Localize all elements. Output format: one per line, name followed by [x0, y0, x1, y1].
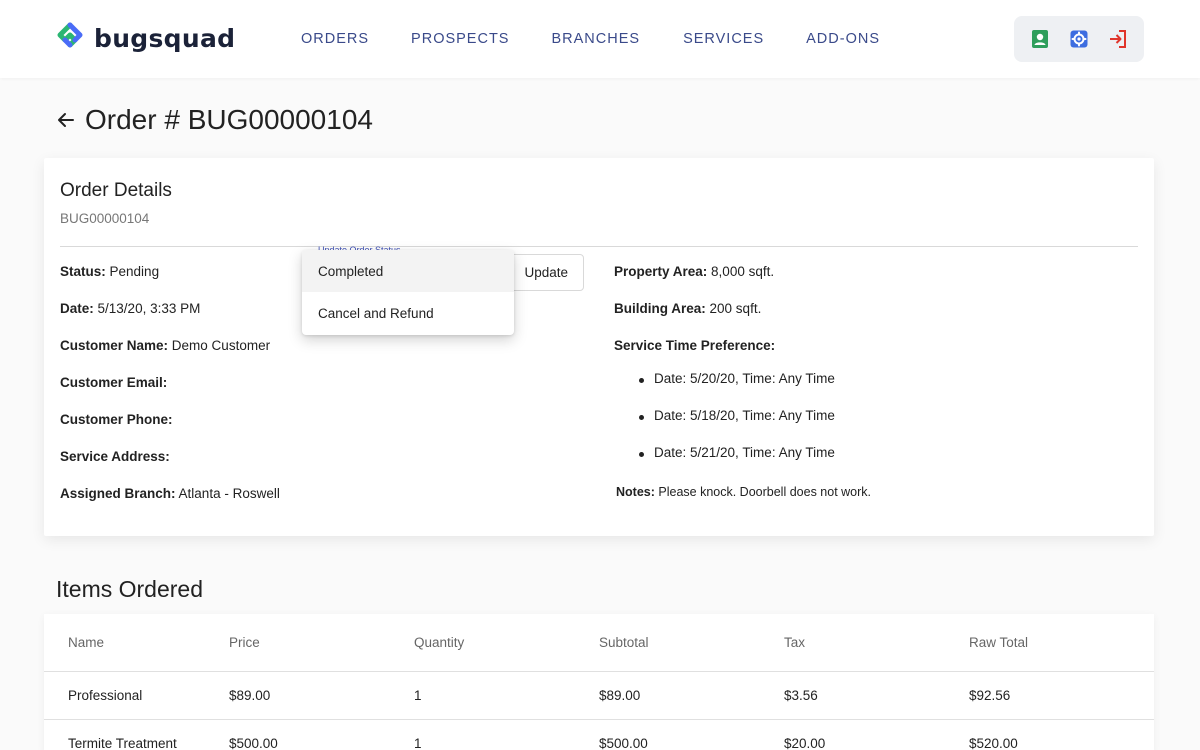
settings-gear-icon[interactable]	[1068, 28, 1090, 50]
top-navbar: bugsquad ORDERS PROSPECTS BRANCHES SERVI…	[0, 0, 1200, 78]
cell-quantity: 1	[414, 736, 422, 750]
cell-price: $89.00	[229, 688, 271, 703]
cell-raw-total: $92.56	[969, 688, 1011, 703]
nav-item-services[interactable]: SERVICES	[683, 31, 764, 47]
service-time-text: Date: 5/21/20, Time: Any Time	[654, 445, 835, 460]
order-details-card: Order Details BUG00000104 Status: Pendin…	[44, 158, 1154, 536]
brand-logo[interactable]: bugsquad	[54, 22, 235, 54]
assigned-branch-label: Assigned Branch:	[60, 486, 176, 501]
column-header-raw-total: Raw Total	[969, 635, 1029, 650]
date-field: Date: 5/13/20, 3:33 PM	[60, 301, 200, 316]
service-address-label: Service Address:	[60, 449, 170, 464]
cell-tax: $20.00	[784, 736, 826, 750]
cell-name: Professional	[68, 688, 143, 703]
cell-subtotal: $500.00	[599, 736, 648, 750]
property-area-value: 8,000 sqft.	[711, 264, 775, 279]
assigned-branch-field: Assigned Branch: Atlanta - Roswell	[60, 486, 280, 501]
user-toolbar	[1014, 16, 1144, 62]
logout-icon[interactable]	[1107, 28, 1129, 50]
status-value: Pending	[109, 264, 160, 279]
contact-card-icon[interactable]	[1029, 28, 1051, 50]
column-header-quantity: Quantity	[414, 635, 465, 650]
page-header: Order # BUG00000104	[55, 104, 373, 136]
cell-name: Termite Treatment	[68, 736, 177, 750]
date-value: 5/13/20, 3:33 PM	[97, 301, 201, 316]
column-header-subtotal: Subtotal	[599, 635, 649, 650]
service-time-label: Service Time Preference:	[614, 338, 776, 353]
assigned-branch-value: Atlanta - Roswell	[178, 486, 280, 501]
status-field: Status: Pending	[60, 264, 159, 279]
property-area-label: Property Area:	[614, 264, 708, 279]
status-option-cancel-refund[interactable]: Cancel and Refund	[302, 292, 514, 334]
column-header-name: Name	[68, 635, 105, 650]
bullet-icon	[639, 415, 644, 420]
order-id-subtitle: BUG00000104	[60, 211, 150, 226]
customer-phone-label: Customer Phone:	[60, 412, 173, 427]
service-address-field: Service Address:	[60, 449, 170, 464]
service-time-list: Date: 5/20/20, Time: Any Time Date: 5/18…	[622, 371, 835, 482]
cell-price: $500.00	[229, 736, 278, 750]
customer-phone-field: Customer Phone:	[60, 412, 173, 427]
main-nav: ORDERS PROSPECTS BRANCHES SERVICES ADD-O…	[301, 31, 922, 47]
cell-tax: $3.56	[784, 688, 818, 703]
table-row: Termite Treatment $500.00 1 $500.00 $20.…	[44, 719, 1154, 750]
property-area-field: Property Area: 8,000 sqft.	[614, 264, 774, 279]
building-area-value: 200 sqft.	[709, 301, 762, 316]
customer-name-label: Customer Name:	[60, 338, 169, 353]
table-row: Professional $89.00 1 $89.00 $3.56 $92.5…	[44, 671, 1154, 719]
table-header: Name Price Quantity Subtotal Tax Raw Tot…	[44, 614, 1154, 671]
column-header-tax: Tax	[784, 635, 806, 650]
date-label: Date:	[60, 301, 94, 316]
divider	[60, 246, 1138, 247]
cell-quantity: 1	[414, 688, 422, 703]
status-dropdown-menu: Completed Cancel and Refund	[302, 250, 514, 335]
bullet-icon	[639, 378, 644, 383]
service-time-field: Service Time Preference:	[614, 338, 775, 353]
service-time-item: Date: 5/18/20, Time: Any Time	[622, 408, 835, 445]
service-time-item: Date: 5/21/20, Time: Any Time	[622, 445, 835, 482]
cell-raw-total: $520.00	[969, 736, 1018, 750]
customer-email-field: Customer Email:	[60, 375, 167, 390]
nav-item-orders[interactable]: ORDERS	[301, 31, 369, 47]
items-ordered-title: Items Ordered	[56, 576, 203, 602]
page-title: Order # BUG00000104	[85, 104, 373, 135]
building-area-label: Building Area:	[614, 301, 706, 316]
notes-label: Notes:	[616, 485, 655, 499]
card-title: Order Details	[60, 180, 172, 201]
service-time-text: Date: 5/18/20, Time: Any Time	[654, 408, 835, 423]
nav-item-add-ons[interactable]: ADD-ONS	[806, 31, 880, 47]
items-table: Name Price Quantity Subtotal Tax Raw Tot…	[44, 614, 1154, 750]
back-arrow-icon[interactable]	[55, 109, 77, 131]
notes-field: Notes: Please knock. Doorbell does not w…	[616, 485, 871, 499]
nav-item-prospects[interactable]: PROSPECTS	[411, 31, 509, 47]
cell-subtotal: $89.00	[599, 688, 641, 703]
status-label: Status:	[60, 264, 106, 279]
building-area-field: Building Area: 200 sqft.	[614, 301, 761, 316]
bugsquad-logo-icon	[57, 22, 83, 48]
service-time-text: Date: 5/20/20, Time: Any Time	[654, 371, 835, 386]
bullet-icon	[639, 452, 644, 457]
service-time-item: Date: 5/20/20, Time: Any Time	[622, 371, 835, 408]
nav-item-branches[interactable]: BRANCHES	[551, 31, 640, 47]
column-header-price: Price	[229, 635, 260, 650]
status-option-completed[interactable]: Completed	[302, 250, 514, 292]
customer-email-label: Customer Email:	[60, 375, 168, 390]
update-status-button[interactable]: Update	[508, 254, 584, 291]
brand-name: bugsquad	[94, 23, 236, 53]
customer-name-value: Demo Customer	[171, 338, 271, 353]
notes-value: Please knock. Doorbell does not work.	[658, 485, 872, 499]
customer-name-field: Customer Name: Demo Customer	[60, 338, 270, 353]
